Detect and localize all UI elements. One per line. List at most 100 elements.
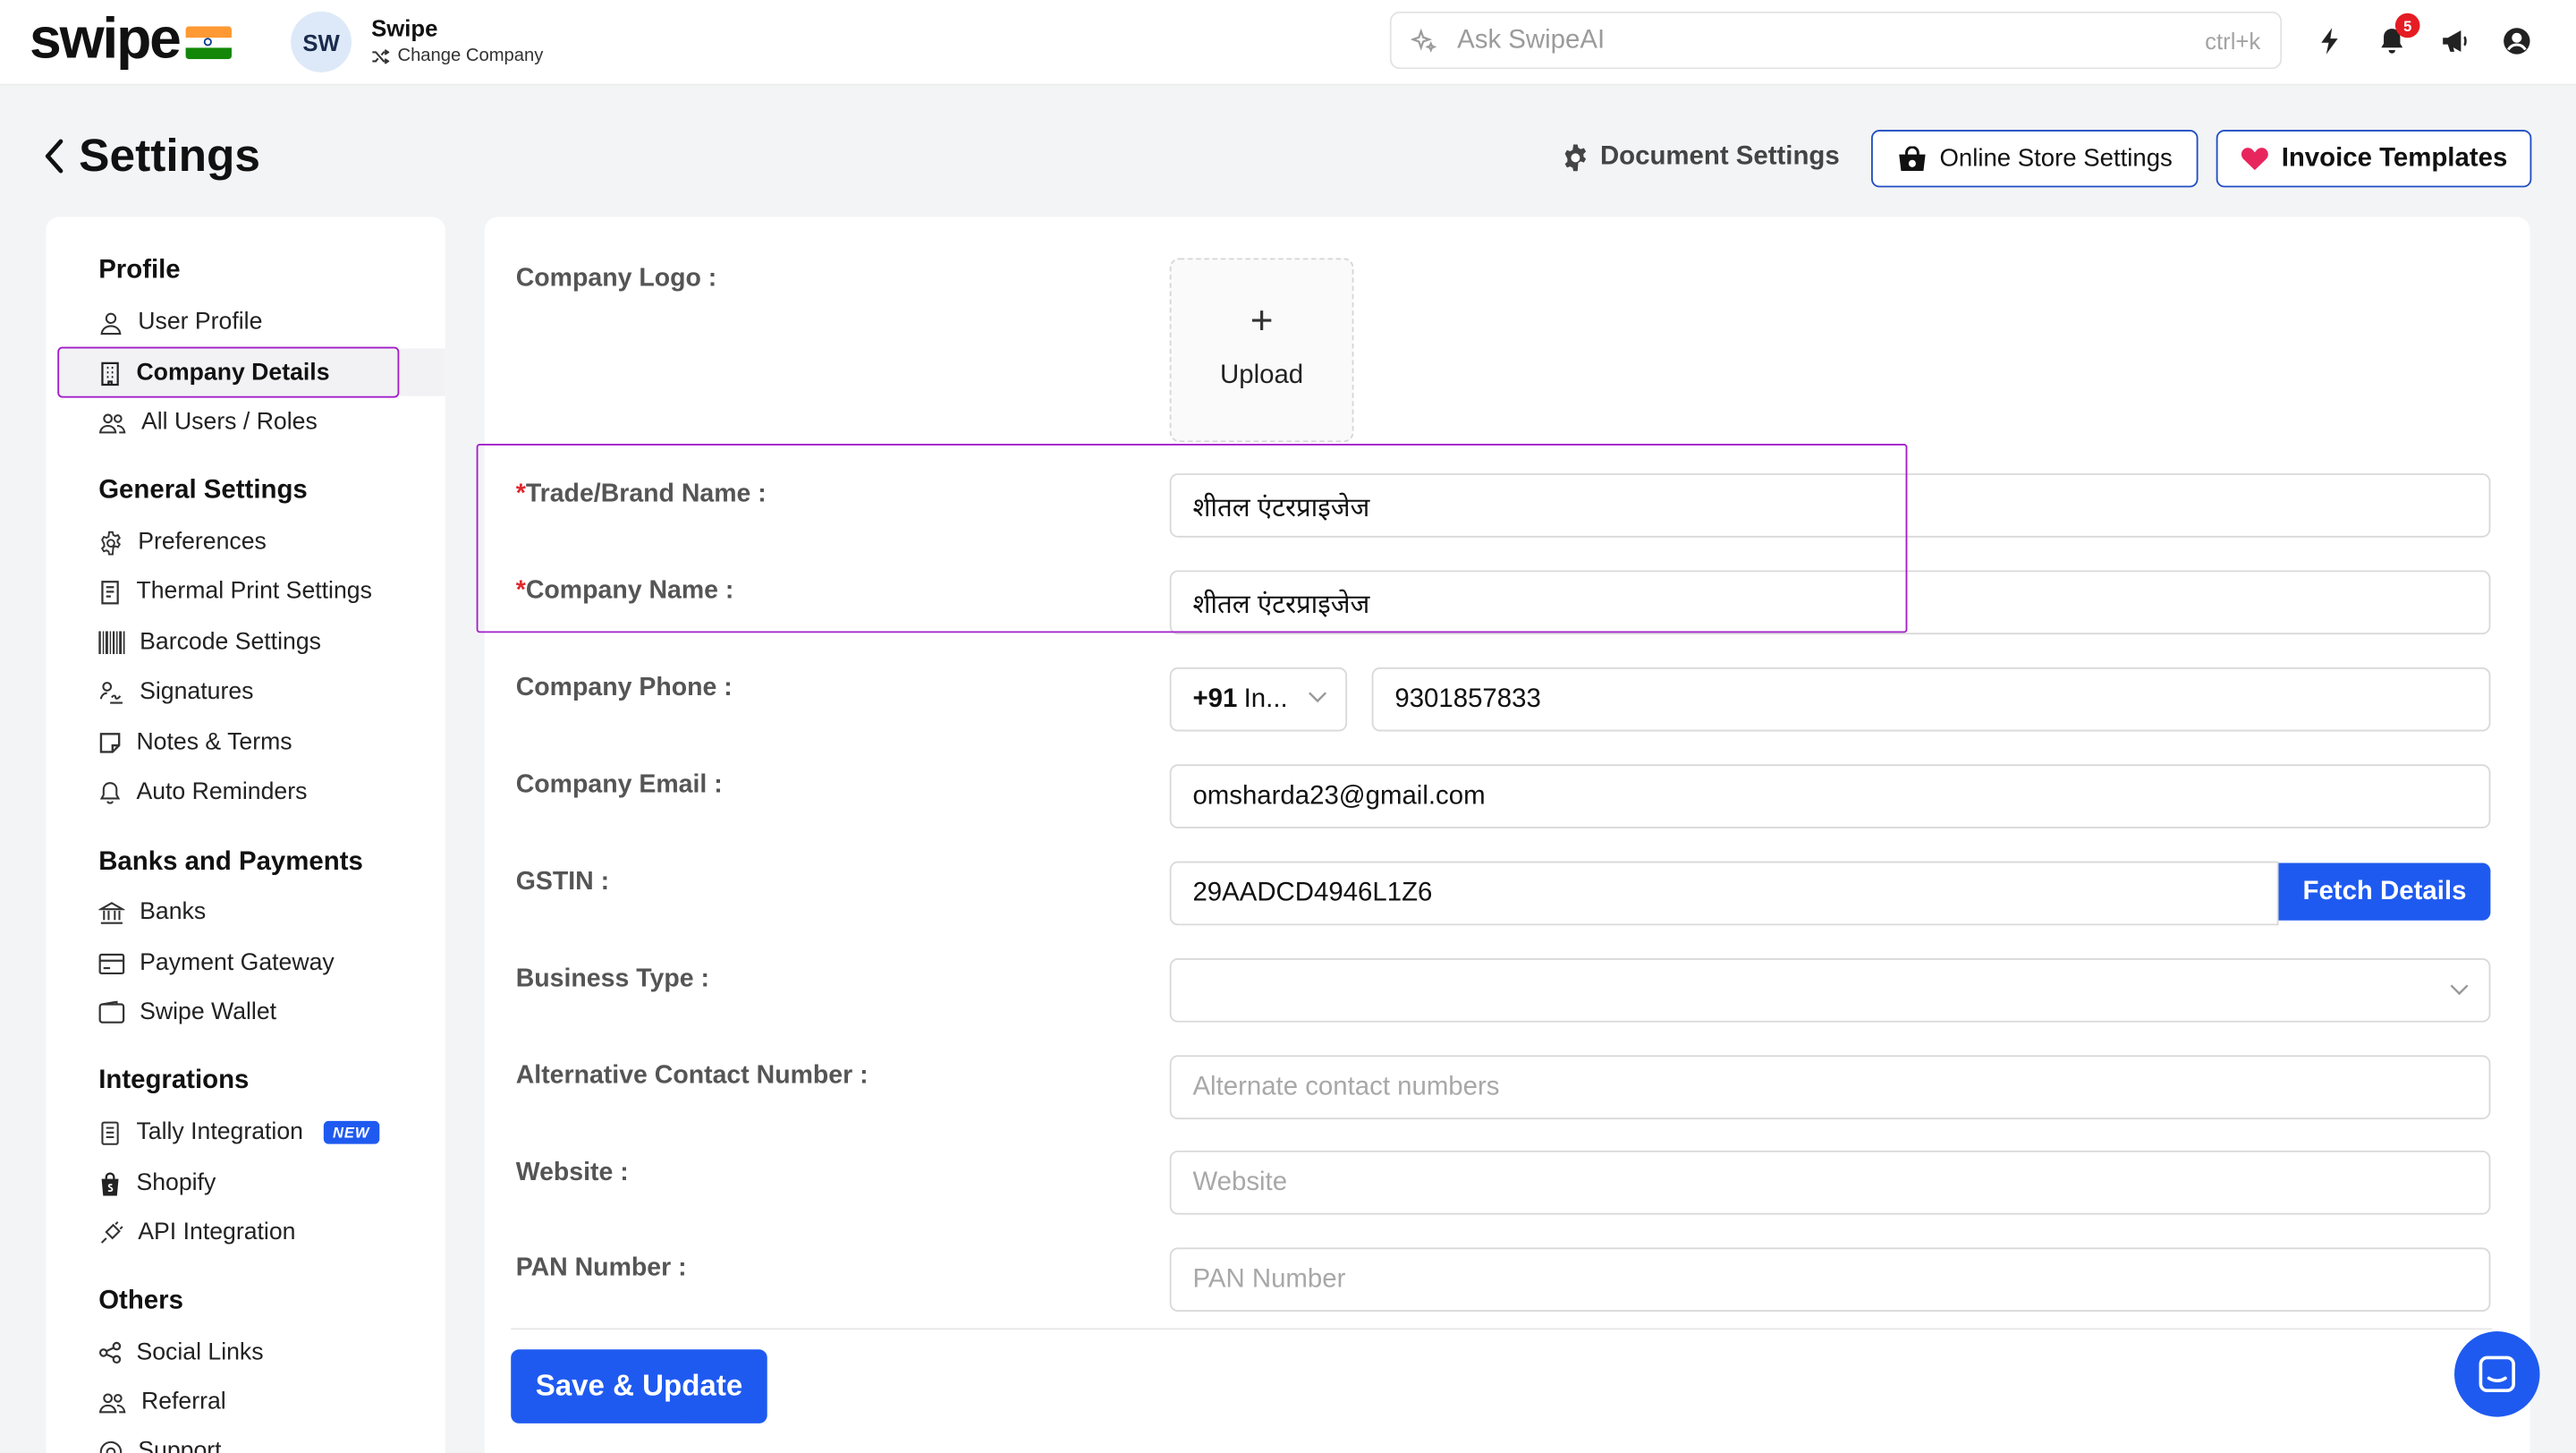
section-title-profile: Profile [98, 256, 181, 285]
heart-icon [2241, 148, 2268, 171]
company-email-input[interactable]: omsharda23@gmail.com [1169, 764, 2491, 828]
shuffle-icon [372, 48, 390, 64]
sidebar-item-signatures[interactable]: Signatures [98, 671, 253, 714]
pan-number-input[interactable]: PAN Number [1169, 1247, 2491, 1313]
sidebar-item-social-links[interactable]: Social Links [98, 1331, 264, 1374]
company-details-highlight [57, 346, 400, 398]
bell-outline-icon [99, 781, 121, 803]
back-arrow-icon[interactable] [43, 138, 66, 183]
section-title-general-settings: General Settings [98, 476, 308, 505]
sidebar-item-support[interactable]: Support [98, 1430, 222, 1453]
support-icon [99, 1440, 123, 1453]
sidebar-item-label: Signatures [140, 678, 254, 706]
invoice-templates-label: Invoice Templates [2281, 143, 2508, 172]
sidebar-item-auto-reminders[interactable]: Auto Reminders [98, 771, 307, 814]
store-bag-icon [1898, 145, 1925, 171]
sidebar-item-shopify[interactable]: Shopify [98, 1162, 216, 1205]
sidebar-item-label: Thermal Print Settings [136, 578, 372, 606]
sidebar-item-label: API Integration [138, 1219, 296, 1246]
wallet-icon [98, 1000, 125, 1024]
sidebar-item-tally-integration[interactable]: Tally Integration NEW [98, 1111, 380, 1154]
change-company-link[interactable]: Change Company [371, 46, 543, 65]
required-mark: * [515, 576, 526, 606]
sidebar-item-thermal-print-settings[interactable]: Thermal Print Settings [98, 570, 372, 613]
sidebar-item-banks[interactable]: Banks [98, 891, 206, 934]
credit-card-icon [98, 952, 125, 974]
sidebar-item-label: All Users / Roles [140, 409, 318, 436]
company-details-form: Company Logo : + Upload * Trade/Brand Nam… [476, 217, 2530, 1453]
company-name-input[interactable]: शीतल एंटरप्राइजेज [1169, 570, 2491, 635]
website-input[interactable]: Website [1169, 1150, 2491, 1215]
company-phone-input[interactable]: 9301857833 [1371, 667, 2491, 732]
sidebar-item-referral[interactable]: Referral [98, 1381, 226, 1423]
share-icon [98, 1341, 122, 1364]
sidebar-item-label: Payment Gateway [140, 949, 335, 977]
lightning-icon[interactable] [2313, 25, 2346, 58]
signature-icon [99, 681, 123, 703]
section-title-others: Others [98, 1287, 183, 1315]
swipe-logo[interactable]: swipe [30, 6, 182, 72]
document-settings-button[interactable]: Document Settings [1561, 143, 1840, 173]
business-type-select[interactable] [1169, 958, 2491, 1023]
settings-sidebar: Profile User Profile Company Details All… [46, 217, 445, 1453]
logo-upload-button[interactable]: + Upload [1169, 258, 1354, 443]
sidebar-item-label: Referral [140, 1389, 226, 1415]
trade-name-label-text: Trade/Brand Name : [525, 480, 767, 508]
country-name: In... [1243, 684, 1288, 713]
india-flag-icon [185, 26, 232, 60]
pan-number-label: PAN Number : [515, 1253, 687, 1282]
ask-swipeai-search[interactable]: Ask SwipeAI ctrl+k [1389, 11, 2283, 70]
top-bar: swipe SW Swipe Change Company Ask SwipeA… [0, 0, 2576, 86]
trade-name-input[interactable]: शीतल एंटरप्राइजेज [1169, 473, 2491, 538]
new-badge: NEW [323, 1120, 380, 1144]
chevron-down-icon [2450, 984, 2469, 996]
cog-icon [100, 530, 121, 555]
sidebar-item-label: Tally Integration [136, 1119, 303, 1146]
document-settings-label: Document Settings [1599, 142, 1840, 172]
current-company-name[interactable]: Swipe [371, 15, 437, 41]
sidebar-item-label: Preferences [138, 529, 267, 556]
barcode-icon [98, 631, 125, 655]
users-icon [98, 412, 126, 433]
sidebar-item-swipe-wallet[interactable]: Swipe Wallet [98, 991, 276, 1034]
megaphone-icon[interactable] [2438, 25, 2471, 58]
save-update-button[interactable]: Save & Update [511, 1349, 767, 1423]
company-avatar[interactable]: SW [291, 11, 352, 72]
online-store-settings-button[interactable]: Online Store Settings [1871, 130, 2199, 188]
sidebar-item-barcode-settings[interactable]: Barcode Settings [98, 621, 321, 664]
sidebar-item-label: Shopify [136, 1170, 216, 1197]
sidebar-item-notes-terms[interactable]: Notes & Terms [98, 721, 292, 764]
sidebar-item-user-profile[interactable]: User Profile [98, 301, 262, 344]
online-store-settings-label: Online Store Settings [1939, 144, 2173, 173]
sidebar-item-label: Social Links [136, 1339, 264, 1366]
alt-contact-input[interactable]: Alternate contact numbers [1169, 1055, 2491, 1120]
sidebar-item-label: User Profile [138, 309, 263, 336]
note-icon [99, 733, 121, 753]
sidebar-item-label: Barcode Settings [140, 629, 321, 657]
api-plug-icon [100, 1220, 123, 1243]
company-logo-label: Company Logo : [515, 264, 717, 293]
upload-label: Upload [1220, 361, 1304, 390]
alt-contact-label: Alternative Contact Number : [515, 1061, 869, 1090]
sidebar-item-label: Auto Reminders [136, 778, 308, 806]
fetch-details-button[interactable]: Fetch Details [2278, 862, 2491, 921]
sidebar-item-all-users-roles[interactable]: All Users / Roles [98, 401, 318, 444]
sparkle-icon [1411, 28, 1437, 53]
gstin-label: GSTIN : [515, 867, 610, 896]
search-shortcut-hint: ctrl+k [2205, 28, 2261, 55]
business-type-label: Business Type : [515, 964, 709, 993]
invoice-templates-button[interactable]: Invoice Templates [2216, 130, 2532, 188]
sidebar-item-payment-gateway[interactable]: Payment Gateway [98, 942, 335, 985]
gstin-input[interactable]: 29AADCD4946L1Z6 [1169, 861, 2279, 926]
company-name-label: *Company Name : [516, 577, 734, 607]
country-code-select[interactable]: +91 In... [1169, 667, 1348, 732]
sidebar-item-label: Swipe Wallet [140, 998, 277, 1026]
sidebar-item-preferences[interactable]: Preferences [98, 521, 267, 564]
chat-support-button[interactable] [2454, 1331, 2540, 1417]
notification-bell[interactable]: 5 [2376, 13, 2420, 58]
company-email-label: Company Email : [515, 770, 723, 799]
plus-icon: + [1250, 299, 1274, 344]
user-account-icon[interactable] [2500, 25, 2533, 58]
tally-doc-icon [101, 1120, 119, 1144]
sidebar-item-api-integration[interactable]: API Integration [98, 1211, 295, 1254]
